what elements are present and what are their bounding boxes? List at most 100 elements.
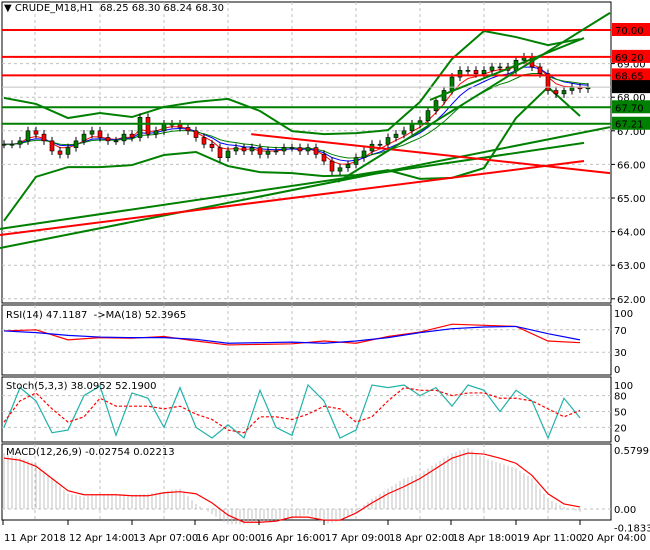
candle-body [409, 123, 415, 132]
stoch-title: Stoch(5,3,3) 38.0952 52.1900 [6, 381, 157, 392]
candle-body [225, 150, 231, 158]
level-price-label: 70.00 [615, 26, 644, 37]
candle-body [121, 133, 127, 142]
candle-body [41, 133, 47, 142]
candle-body [361, 150, 367, 158]
x-tick-label: 18 Apr 02:00 [389, 533, 454, 544]
rsi-tick-label: 0 [614, 365, 620, 376]
stoch-tick-label: 100 [614, 381, 633, 392]
candle-body [241, 147, 247, 152]
candle-body [377, 143, 383, 146]
x-tick-label: 16 Apr 16:00 [260, 533, 325, 544]
level-price-label: 69.20 [615, 53, 644, 64]
candle-body [17, 140, 23, 145]
macd-tick-label: 0.5799 [614, 446, 649, 457]
candle-body [65, 147, 71, 155]
level-price-label: 67.21 [615, 120, 644, 131]
candle-body [329, 160, 335, 172]
candle-body [465, 70, 471, 72]
rsi-tick-label: 100 [614, 309, 633, 320]
candle-body [89, 130, 95, 135]
candle-body [481, 70, 487, 74]
candle-body [353, 157, 359, 165]
candle-body [137, 117, 143, 138]
candle-body [233, 147, 239, 152]
candle-body [537, 66, 543, 74]
ohlc-readout: 68.25 68.30 68.24 68.30 [99, 3, 224, 14]
candle-body [449, 76, 455, 91]
macd-title: MACD(12,26,9) -0.02754 0.02213 [6, 447, 175, 458]
stoch-tick-label: 0 [614, 434, 620, 445]
macd-tick-label: 0.00 [614, 505, 636, 516]
candle-body [305, 147, 311, 152]
rsi-tick-label: 30 [614, 348, 627, 359]
x-tick-label: 19 Apr 11:00 [517, 533, 582, 544]
x-tick-label: 12 Apr 14:00 [69, 533, 134, 544]
x-tick-label: 11 Apr 2018 [4, 533, 66, 544]
candle-body [281, 147, 287, 152]
candle-body [105, 137, 111, 142]
candle-body [217, 147, 223, 158]
candle-body [345, 164, 351, 169]
candle-body [129, 133, 135, 138]
candle-body [185, 127, 191, 132]
candle-body [393, 133, 399, 138]
candle-body [145, 117, 151, 135]
x-tick-label: 16 Apr 00:00 [196, 533, 261, 544]
candle-body [489, 66, 495, 71]
candle-body [297, 147, 303, 152]
candle-body [273, 150, 279, 153]
candle-body [561, 90, 567, 95]
candle-body [289, 147, 295, 149]
y-tick-label: 66.00 [617, 160, 646, 171]
candle-body [385, 137, 391, 145]
y-tick-label: 64.00 [617, 228, 646, 239]
candle-body [209, 143, 215, 148]
x-tick-label: 13 Apr 07:00 [133, 533, 198, 544]
candle-body [473, 70, 479, 74]
candle-body [249, 147, 255, 152]
candle-body [9, 143, 15, 146]
rsi-tick-label: 70 [614, 326, 627, 337]
candle-body [49, 140, 55, 152]
y-tick-label: 65.00 [617, 194, 646, 205]
candle-body [425, 110, 431, 122]
candle-body [257, 147, 263, 155]
candle-body [1, 143, 7, 146]
candle-body [73, 140, 79, 148]
candle-body [25, 130, 31, 142]
candle-body [81, 133, 87, 142]
candle-body [153, 130, 159, 135]
candle-body [265, 150, 271, 155]
stoch-tick-label: 50 [614, 408, 627, 419]
x-tick-label: 18 Apr 18:00 [452, 533, 517, 544]
candle-body [193, 130, 199, 138]
level-price-label: 68.30 [615, 83, 644, 94]
candle-body [113, 140, 119, 143]
candle-body [401, 130, 407, 135]
price-chart[interactable]: 62.0063.0064.0065.0066.0067.0068.0069.00… [0, 0, 650, 550]
candle-body [57, 150, 63, 155]
candle-body [33, 130, 39, 135]
candle-body [569, 86, 575, 91]
x-tick-label: 17 Apr 09:00 [325, 533, 390, 544]
candle-body [497, 66, 503, 69]
candle-body [553, 90, 559, 95]
candle-body [337, 167, 343, 172]
candle-body [97, 130, 103, 138]
symbol-label: CRUDE_M18,H1 [14, 3, 94, 14]
y-tick-label: 63.00 [617, 261, 646, 272]
chart-header[interactable]: ▼ CRUDE_M18,H1 68.25 68.30 68.24 68.30 [4, 3, 224, 14]
candle-body [321, 154, 327, 162]
candle-body [161, 123, 167, 132]
candle-body [433, 100, 439, 111]
y-tick-label: 62.00 [617, 295, 646, 306]
rsi-title: RSI(14) 47.1187 ->MA(18) 52.3965 [6, 310, 187, 321]
candle-body [313, 147, 319, 155]
x-tick-label: 20 Apr 04:00 [581, 533, 646, 544]
triangle-down-icon[interactable]: ▼ [4, 3, 15, 14]
level-price-label: 67.70 [615, 103, 644, 114]
candle-body [201, 137, 207, 145]
stoch-tick-label: 20 [614, 423, 627, 434]
stoch-tick-label: 80 [614, 392, 627, 403]
